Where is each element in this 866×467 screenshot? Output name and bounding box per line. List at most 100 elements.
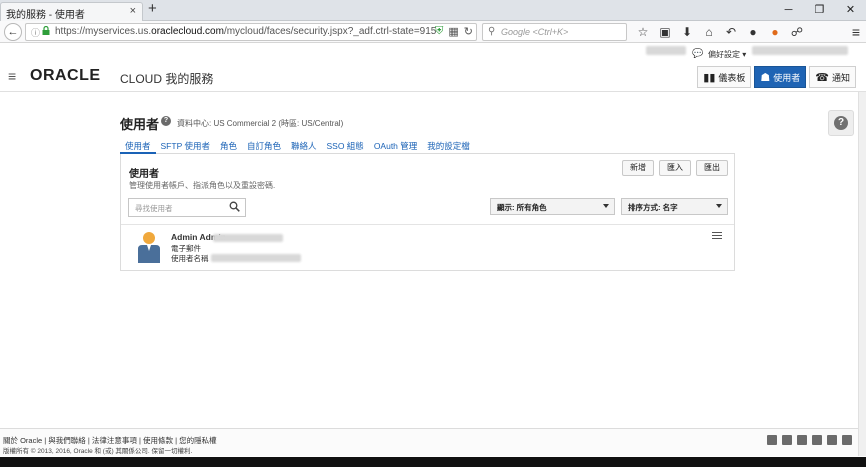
footer-copyright: 版權所有 © 2013, 2016, Oracle 和 (或) 其關係公司. 保… — [3, 448, 193, 455]
twitter-icon[interactable] — [812, 435, 822, 445]
tab-oauth[interactable]: OAuth 管理 — [369, 134, 422, 154]
row-actions-menu-icon[interactable] — [712, 232, 722, 241]
users-icon: ☗ — [760, 71, 771, 84]
lock-icon — [42, 26, 50, 35]
redacted-account — [752, 46, 848, 55]
shield-icon[interactable]: ⛨ — [435, 25, 443, 38]
window-controls: ─ ❐ ✕ — [773, 0, 866, 21]
tab-bar: 使用者 SFTP 使用者 角色 自訂角色 聯絡人 SSO 組態 OAuth 管理… — [120, 134, 735, 154]
browser-tabbar: 我的服務 - 使用者 × + ─ ❐ ✕ — [0, 0, 866, 21]
action-buttons: 新增 匯入 匯出 — [622, 160, 728, 176]
tab-sftp-users[interactable]: SFTP 使用者 — [156, 134, 215, 154]
title-help-icon[interactable]: ? — [161, 116, 171, 126]
close-window-icon[interactable]: ✕ — [835, 0, 866, 21]
url-bar[interactable]: ⓘ https://myservices.us.oraclecloud.com/… — [25, 23, 477, 41]
back-button[interactable]: ← — [4, 23, 22, 41]
url-prefix: https://myservices.us. — [55, 26, 152, 37]
user-login-label: 使用者名稱 — [171, 254, 209, 263]
url-domain: oraclecloud.com — [151, 26, 224, 37]
notifications-label: 通知 — [831, 72, 850, 83]
new-tab-button[interactable]: + — [148, 0, 157, 17]
export-button[interactable]: 匯出 — [696, 160, 728, 176]
side-help-button[interactable]: ? — [828, 110, 854, 136]
tab-my-profile[interactable]: 我的設定檔 — [422, 134, 475, 154]
app-header: ≡ ORACLE CLOUD 我的服務 ▮▮ 儀表板 ☗ 使用者 ☎ 通知 — [0, 62, 866, 92]
header-buttons: ▮▮ 儀表板 ☗ 使用者 ☎ 通知 — [697, 66, 856, 88]
browser-tab-title: 我的服務 - 使用者 — [6, 10, 85, 21]
utility-bar: 💬 偏好設定 ▾ — [0, 44, 866, 64]
sort-value: 排序方式: 名字 — [628, 203, 678, 212]
search-bar[interactable]: ⚲ Google <Ctrl+K> — [482, 23, 627, 41]
dashboard-label: 儀表板 — [718, 72, 746, 83]
facebook-icon[interactable] — [842, 435, 852, 445]
os-taskbar — [0, 457, 866, 467]
sort-select[interactable]: 排序方式: 名字 — [621, 198, 728, 215]
import-button[interactable]: 匯入 — [659, 160, 691, 176]
divider — [121, 224, 734, 225]
panel-subtitle: 管理使用者帳戶、指派角色以及重設密碼. — [129, 181, 276, 190]
rss-icon[interactable] — [767, 435, 777, 445]
cloud-service-label: CLOUD 我的服務 — [120, 72, 214, 86]
search-placeholder: Google <Ctrl+K> — [501, 27, 569, 37]
tab-custom-roles[interactable]: 自訂角色 — [242, 134, 286, 154]
notifications-icon: ☎ — [815, 71, 829, 84]
redacted-username — [646, 46, 686, 55]
linkedin-icon[interactable] — [827, 435, 837, 445]
users-label: 使用者 — [773, 72, 801, 83]
browser-menu-icon[interactable]: ≡ — [852, 24, 860, 40]
user-search-input[interactable]: 尋找使用者 — [128, 198, 246, 217]
page-footer: 關於 Oracle | 與我們聯絡 | 法律注意事項 | 使用條款 | 您的隱私… — [0, 428, 858, 456]
page-scrollbar[interactable] — [858, 92, 866, 456]
google-plus-icon[interactable] — [797, 435, 807, 445]
search-icon: ⚲ — [488, 26, 496, 37]
role-filter-value: 顯示: 所有角色 — [497, 203, 547, 212]
tab-contacts[interactable]: 聯絡人 — [286, 134, 322, 154]
role-filter-select[interactable]: 顯示: 所有角色 — [490, 198, 615, 215]
panel-title: 使用者 — [129, 169, 159, 180]
help-icon: ? — [834, 116, 848, 130]
search-icon[interactable] — [229, 201, 240, 212]
chevron-down-icon — [716, 204, 722, 208]
youtube-icon[interactable] — [782, 435, 792, 445]
reading-icon[interactable]: ☍ — [786, 23, 808, 41]
browser-toolbar: ☆ ▣ ⬇ ⌂ ↶ ● ● ☍ — [632, 23, 808, 41]
user-search-placeholder: 尋找使用者 — [135, 204, 173, 213]
undo-icon[interactable]: ↶ — [720, 23, 742, 41]
chevron-down-icon — [603, 204, 609, 208]
redacted-email — [213, 234, 283, 242]
minimize-icon[interactable]: ─ — [773, 0, 804, 21]
hamburger-menu-icon[interactable]: ≡ — [8, 68, 16, 84]
bookmark-star-icon[interactable]: ☆ — [632, 23, 654, 41]
chat-bubble-icon[interactable]: 💬 — [692, 48, 703, 59]
info-icon[interactable]: ⓘ — [31, 26, 40, 39]
tab-roles[interactable]: 角色 — [215, 134, 242, 154]
clipboard-icon[interactable]: ▣ — [654, 23, 676, 41]
home-icon[interactable]: ⌂ — [698, 23, 720, 41]
datacenter-info: 資料中心: US Commercial 2 (時區: US/Central) — [177, 119, 344, 128]
url-suffix: /mycloud/faces/security.jspx?_adf.ctrl-s… — [223, 26, 437, 37]
maximize-icon[interactable]: ❐ — [804, 0, 835, 21]
qr-icon[interactable]: ▦ — [448, 25, 458, 38]
dashboard-button[interactable]: ▮▮ 儀表板 — [697, 66, 752, 88]
tab-close-icon[interactable]: × — [130, 5, 136, 17]
preferences-link[interactable]: 偏好設定 ▾ — [708, 49, 746, 60]
oracle-logo[interactable]: ORACLE — [30, 67, 101, 85]
download-icon[interactable]: ⬇ — [676, 23, 698, 41]
add-user-button[interactable]: 新增 — [622, 160, 654, 176]
dashboard-icon: ▮▮ — [703, 71, 716, 84]
tab-sso-config[interactable]: SSO 組態 — [322, 134, 369, 154]
browser-tab[interactable]: 我的服務 - 使用者 × — [0, 2, 143, 21]
reload-icon[interactable]: ↻ — [464, 25, 473, 38]
url-icons: ⛨ ▦ ↻ — [435, 25, 473, 38]
browser-navbar: ← ⓘ https://myservices.us.oraclecloud.co… — [0, 21, 866, 43]
url-text: https://myservices.us.oraclecloud.com/my… — [55, 26, 440, 37]
redacted-login — [211, 254, 301, 262]
extension-icon[interactable]: ● — [764, 23, 786, 41]
notifications-button[interactable]: ☎ 通知 — [809, 66, 856, 88]
tab-users[interactable]: 使用者 — [120, 134, 156, 154]
users-button[interactable]: ☗ 使用者 — [754, 66, 807, 88]
page-title: 使用者 — [120, 117, 160, 132]
users-panel: 使用者 管理使用者帳戶、指派角色以及重設密碼. 新增 匯入 匯出 尋找使用者 顯… — [120, 154, 735, 271]
user-avatar — [138, 232, 160, 263]
chat-icon[interactable]: ● — [742, 23, 764, 41]
